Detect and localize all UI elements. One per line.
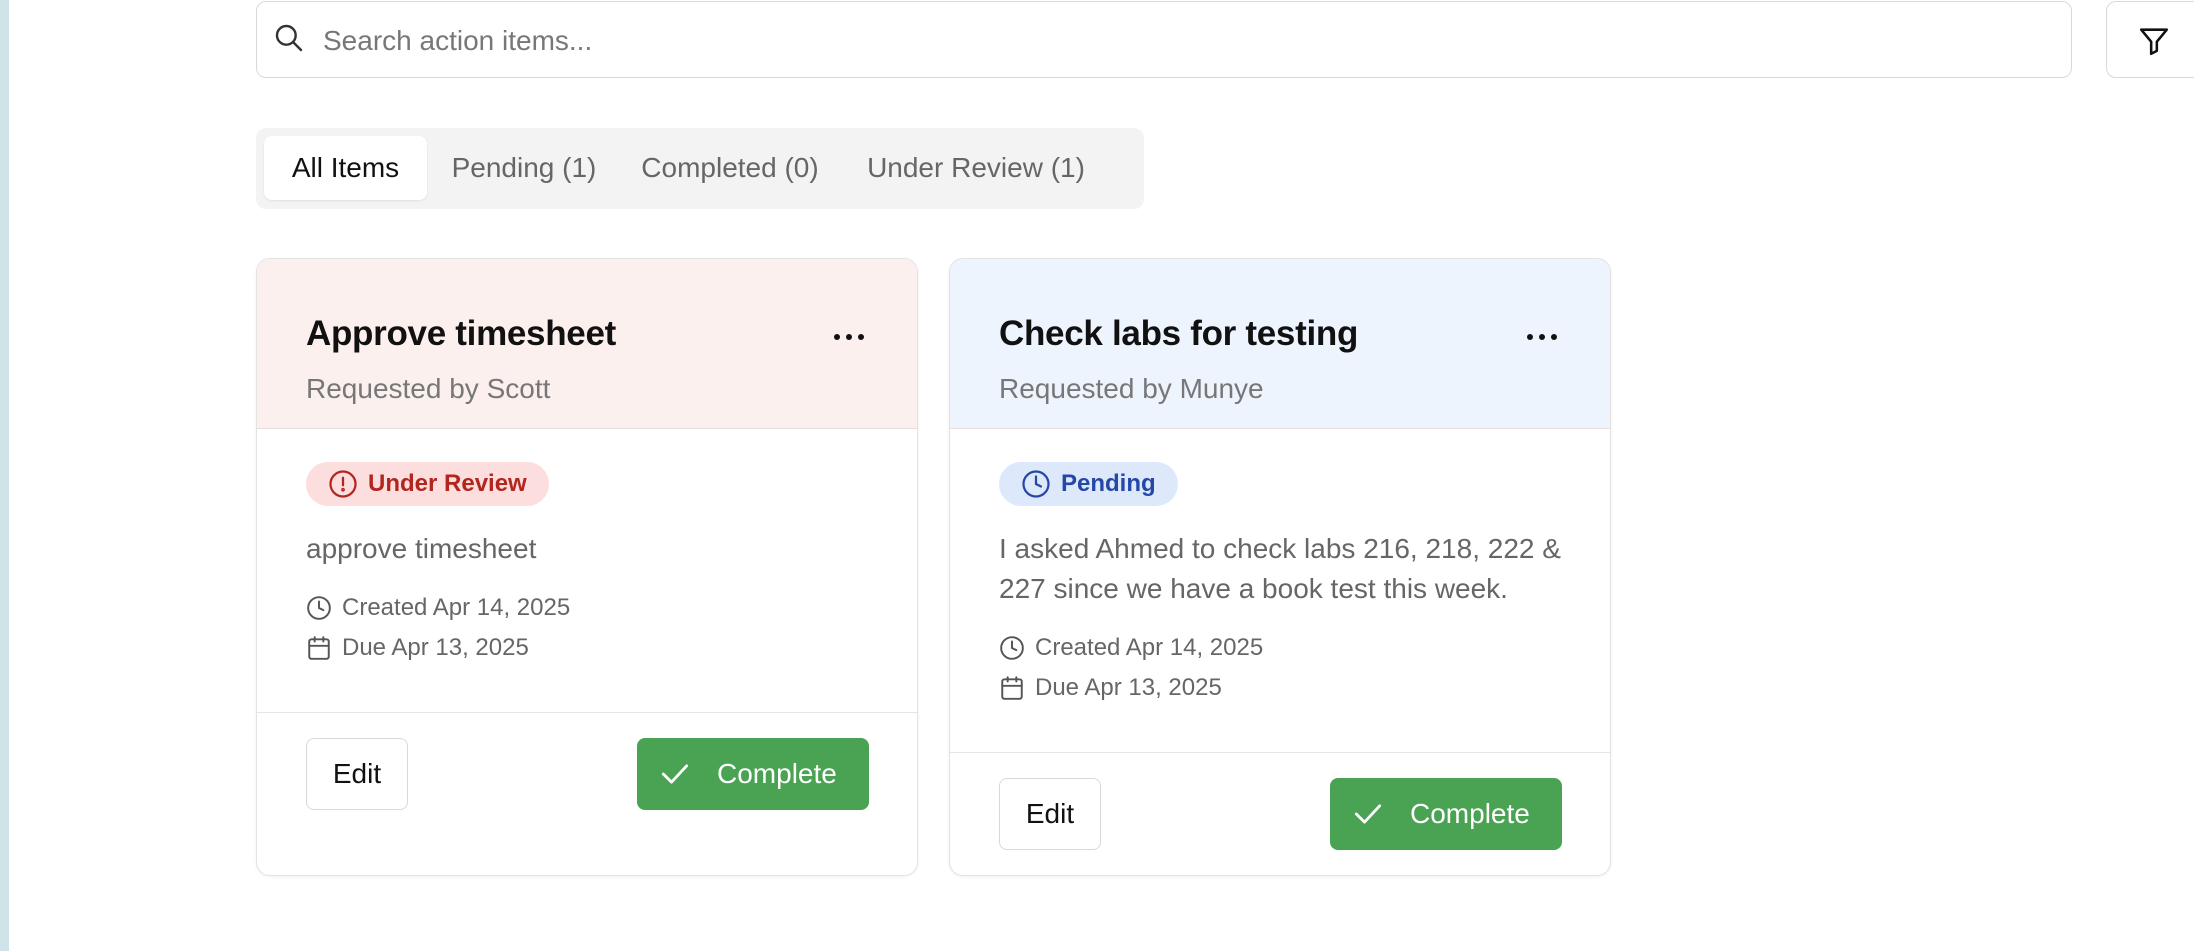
check-icon — [1354, 804, 1382, 824]
search-bar[interactable] — [256, 1, 2072, 78]
card-description: approve timesheet — [306, 533, 537, 564]
card-title: Approve timesheet — [306, 314, 616, 353]
status-badge-label: Under Review — [368, 470, 527, 497]
alert-circle-icon — [329, 470, 357, 498]
status-tabs: All Items Pending (1) Completed (0) Unde… — [256, 128, 1144, 209]
card-requester: Requested by Scott — [306, 373, 551, 404]
tab-pending[interactable]: Pending (1) — [435, 136, 613, 200]
status-badge: Under Review — [306, 462, 549, 506]
action-item-card: Check labs for testing Requested by Muny… — [949, 258, 1611, 876]
left-edge-strip — [0, 0, 9, 951]
filter-button[interactable] — [2106, 1, 2194, 78]
more-horizontal-icon — [834, 334, 840, 340]
edit-button[interactable]: Edit — [306, 738, 408, 810]
card-header: Check labs for testing Requested by Muny… — [950, 259, 1610, 429]
tab-all-items[interactable]: All Items — [264, 136, 427, 200]
card-description: I asked Ahmed to check labs 216, 218, 22… — [999, 533, 1561, 604]
search-input[interactable] — [321, 16, 2025, 66]
card-title: Check labs for testing — [999, 314, 1359, 353]
more-horizontal-icon — [1527, 334, 1533, 340]
more-options-button[interactable] — [1522, 321, 1562, 353]
status-badge: Pending — [999, 462, 1178, 506]
search-icon — [275, 24, 303, 52]
tab-under-review[interactable]: Under Review (1) — [847, 136, 1105, 200]
filter-icon — [2139, 28, 2169, 56]
calendar-icon — [308, 636, 330, 660]
check-icon — [661, 764, 689, 784]
calendar-icon — [1001, 676, 1023, 700]
more-options-button[interactable] — [829, 321, 869, 353]
card-footer: Edit Complete — [950, 752, 1610, 875]
card-header: Approve timesheet Requested by Scott — [257, 259, 917, 429]
card-requester: Requested by Munye — [999, 373, 1264, 404]
action-item-card: Approve timesheet Requested by Scott Und… — [256, 258, 918, 876]
complete-button[interactable]: Complete — [1330, 778, 1562, 850]
tab-completed[interactable]: Completed (0) — [622, 136, 838, 200]
clock-icon — [1000, 636, 1024, 660]
complete-button[interactable]: Complete — [637, 738, 869, 810]
clock-icon — [307, 596, 331, 620]
card-footer: Edit Complete — [257, 712, 917, 875]
status-badge-label: Pending — [1061, 470, 1156, 497]
edit-button[interactable]: Edit — [999, 778, 1101, 850]
clock-icon — [1022, 470, 1050, 498]
